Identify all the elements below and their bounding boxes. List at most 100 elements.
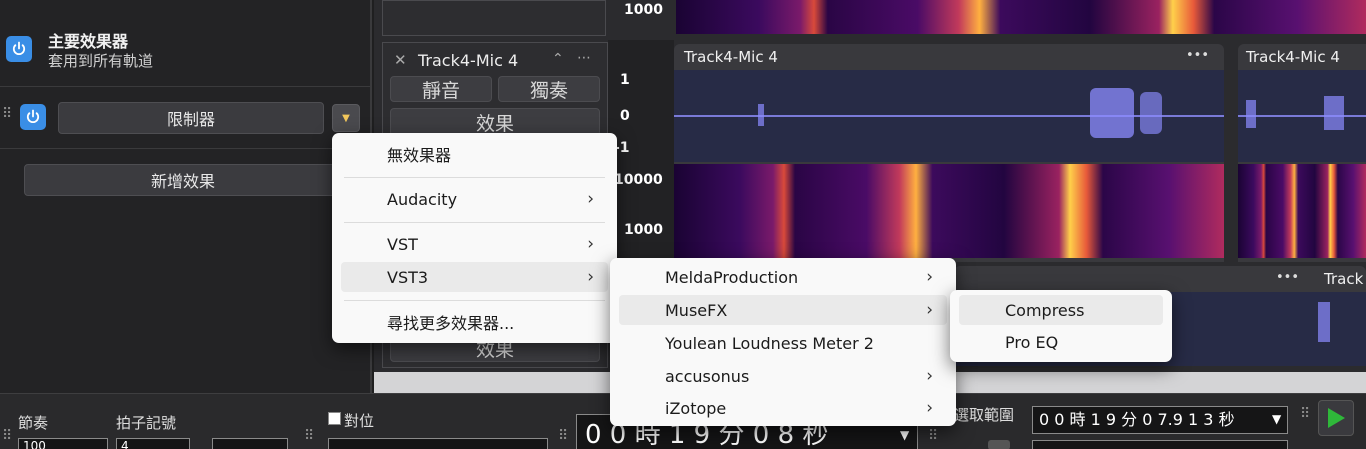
spectrogram [674, 164, 1224, 258]
selection-start-field[interactable]: 0 0 時 1 9 分 0 7.9 1 3 秒 [1032, 406, 1288, 434]
menu-item-find-more[interactable]: 尋找更多效果器... [341, 307, 608, 337]
clip-menu-icon[interactable]: ••• [1186, 48, 1209, 63]
snap-checkbox[interactable] [328, 412, 341, 425]
menu-item-label: accusonus [665, 366, 750, 386]
mute-button[interactable]: 靜音 [390, 76, 492, 102]
menu-item-label: VST [387, 234, 418, 254]
menu-item-compress[interactable]: Compress [959, 295, 1163, 325]
menu-item-label: VST3 [387, 267, 429, 287]
menu-item-label: Pro EQ [1005, 332, 1059, 352]
clip-title[interactable]: Track [1324, 270, 1363, 288]
clip-menu-icon[interactable]: ••• [1276, 270, 1299, 285]
chevron-right-icon: › [926, 267, 933, 287]
power-icon [12, 41, 26, 56]
effect-slot-button[interactable]: 限制器 [58, 102, 324, 134]
effect-menu: 無效果器 Audacity › VST › VST3 › 尋找更多效果器... [332, 133, 617, 343]
waveform-peak [758, 104, 764, 126]
add-effect-button[interactable]: 新增效果 [24, 164, 342, 196]
effect-power-button[interactable] [20, 104, 46, 130]
divider [0, 148, 372, 149]
chevron-right-icon: › [587, 267, 594, 287]
selection-label: 選取範圍 [954, 406, 1015, 424]
scale-label: 0 [620, 108, 630, 124]
link-icon[interactable] [988, 440, 1010, 449]
master-power-button[interactable] [6, 36, 32, 62]
waveform-line [1238, 115, 1366, 117]
menu-item-label: Compress [1005, 300, 1085, 320]
chevron-down-icon[interactable]: ▼ [1272, 412, 1281, 426]
menu-item-youlean[interactable]: Youlean Loudness Meter 2 [619, 328, 947, 358]
scale-label: 1 [620, 72, 630, 88]
master-effects-subtitle: 套用到所有軌道 [48, 52, 154, 70]
menu-item-no-effect[interactable]: 無效果器 [341, 139, 608, 169]
menu-item-meldaproduction[interactable]: MeldaProduction › [619, 262, 947, 292]
menu-item-musefx[interactable]: MuseFX › [619, 295, 947, 325]
track4-name[interactable]: Track4-Mic 4 [418, 51, 518, 70]
solo-button[interactable]: 獨奏 [498, 76, 600, 102]
menu-item-vst3[interactable]: VST3 › [341, 262, 608, 292]
chevron-right-icon: › [926, 398, 933, 418]
scale-label: 10000 [614, 172, 663, 188]
menu-item-label: Audacity [387, 189, 458, 209]
tempo-label: 節奏 [18, 414, 49, 432]
menu-item-label: iZotope [665, 398, 727, 418]
snap-dropdown[interactable] [328, 438, 548, 449]
menu-item-label: MeldaProduction [665, 267, 799, 287]
snap-label: 對位 [344, 412, 375, 430]
toolbar-grip-icon[interactable]: ⠿ [558, 428, 568, 444]
time-signature-denominator[interactable] [212, 438, 288, 449]
master-effects-panel: 主要效果器 套用到所有軌道 ⠿ 限制器 ▼ 新增效果 [0, 0, 372, 393]
toolbar-grip-icon[interactable]: ⠿ [1300, 406, 1310, 422]
menu-item-label: 無效果器 [387, 146, 452, 165]
spectrogram [1238, 164, 1366, 258]
time-signature-input[interactable]: 4 [116, 438, 190, 449]
waveform-peak [1324, 96, 1344, 130]
effect-dropdown-button[interactable]: ▼ [332, 104, 360, 132]
scale-label: 1000 [624, 2, 663, 18]
menu-separator [344, 222, 605, 223]
tempo-input[interactable]: 100 [18, 438, 108, 449]
chevron-down-icon[interactable]: ▼ [900, 428, 909, 442]
power-icon [26, 109, 40, 124]
master-effects-title: 主要效果器 [48, 32, 129, 51]
toolbar-grip-icon[interactable]: ⠿ [304, 428, 314, 444]
menu-item-label: Youlean Loudness Meter 2 [665, 333, 874, 353]
waveform-peak [1246, 100, 1256, 128]
musefx-submenu: Compress Pro EQ [950, 290, 1172, 362]
play-icon [1328, 408, 1345, 428]
spectrogram-top [676, 0, 1366, 34]
chevron-down-icon: ▼ [342, 112, 350, 124]
clip-title[interactable]: Track4-Mic 4 [1246, 48, 1340, 66]
menu-separator [344, 177, 605, 178]
menu-separator [344, 300, 605, 301]
drag-handle-icon[interactable]: ⠿ [2, 106, 12, 122]
waveform-peak [1090, 88, 1134, 138]
close-track-icon[interactable]: ✕ [394, 51, 407, 69]
vst3-submenu: MeldaProduction › MuseFX › Youlean Loudnes… [610, 258, 956, 426]
chevron-right-icon: › [926, 300, 933, 320]
scale-label: 1000 [624, 222, 663, 238]
waveform-peak [1140, 92, 1162, 134]
track-header-previous [382, 0, 606, 36]
menu-item-izotope[interactable]: iZotope › [619, 393, 947, 423]
clip-title[interactable]: Track4-Mic 4 [684, 48, 778, 66]
menu-item-vst[interactable]: VST › [341, 229, 608, 259]
chevron-right-icon: › [587, 234, 594, 254]
chevron-right-icon: › [587, 189, 594, 209]
waveform-peak [1318, 302, 1330, 342]
time-signature-label: 拍子記號 [116, 414, 177, 432]
effects-button[interactable]: 效果 [390, 108, 600, 136]
selection-end-field[interactable] [1032, 440, 1288, 449]
menu-item-accusonus[interactable]: accusonus › [619, 361, 947, 391]
menu-item-label: MuseFX [665, 300, 728, 320]
menu-item-pro-eq[interactable]: Pro EQ [959, 327, 1163, 357]
track-menu-icon[interactable]: ⋯ [577, 50, 591, 66]
menu-item-audacity[interactable]: Audacity › [341, 184, 608, 214]
menu-item-label: 尋找更多效果器... [387, 314, 515, 333]
divider [0, 86, 372, 87]
toolbar-grip-icon[interactable]: ⠿ [2, 428, 12, 444]
collapse-track-icon[interactable]: ⌃ [552, 51, 564, 67]
chevron-right-icon: › [926, 366, 933, 386]
toolbar-grip-icon[interactable]: ⠿ [928, 428, 938, 444]
play-button[interactable] [1318, 400, 1354, 436]
